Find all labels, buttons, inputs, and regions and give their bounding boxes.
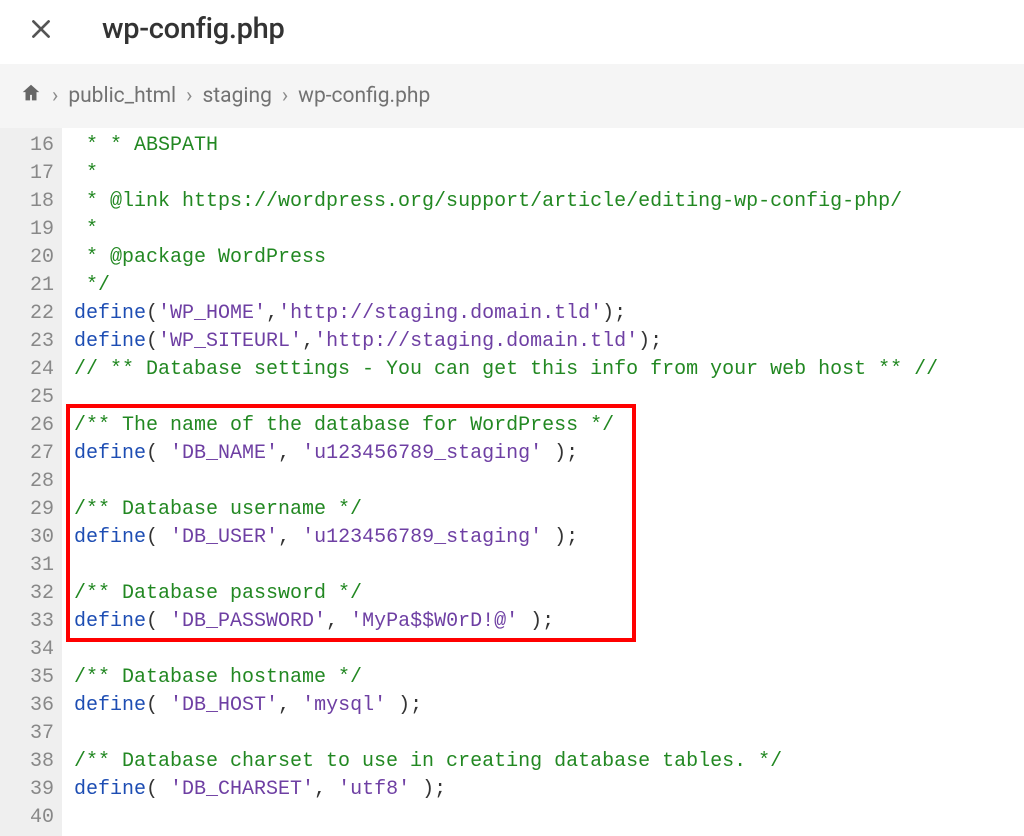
code-line[interactable]: * (74, 216, 1016, 244)
breadcrumb: › public_html › staging › wp-config.php (0, 64, 1024, 128)
editor-header: wp-config.php (0, 0, 1024, 64)
chevron-right-icon: › (186, 84, 192, 108)
code-line[interactable]: define('WP_HOME','http://staging.domain.… (74, 300, 1016, 328)
line-number: 23 (10, 328, 54, 356)
line-number: 22 (10, 300, 54, 328)
code-line[interactable]: define( 'DB_NAME', 'u123456789_staging' … (74, 440, 1016, 468)
line-number: 18 (10, 188, 54, 216)
line-number: 26 (10, 412, 54, 440)
line-number: 40 (10, 804, 54, 832)
line-number: 39 (10, 776, 54, 804)
close-button[interactable] (28, 16, 54, 42)
code-line[interactable] (74, 552, 1016, 580)
line-number: 38 (10, 748, 54, 776)
code-line[interactable]: /** The name of the database for WordPre… (74, 412, 1016, 440)
code-line[interactable] (74, 468, 1016, 496)
line-number: 17 (10, 160, 54, 188)
chevron-right-icon: › (282, 84, 288, 108)
code-line[interactable]: define( 'DB_HOST', 'mysql' ); (74, 692, 1016, 720)
code-line[interactable] (74, 636, 1016, 664)
line-number: 29 (10, 496, 54, 524)
code-line[interactable]: */ (74, 272, 1016, 300)
line-number: 16 (10, 132, 54, 160)
home-icon[interactable] (20, 82, 42, 110)
line-number: 28 (10, 468, 54, 496)
line-number: 32 (10, 580, 54, 608)
breadcrumb-item[interactable]: public_html (68, 84, 176, 108)
code-line[interactable]: * @package WordPress (74, 244, 1016, 272)
line-number: 31 (10, 552, 54, 580)
code-line[interactable]: * (74, 160, 1016, 188)
line-number: 20 (10, 244, 54, 272)
code-line[interactable]: define( 'DB_CHARSET', 'utf8' ); (74, 776, 1016, 804)
line-number: 21 (10, 272, 54, 300)
breadcrumb-item[interactable]: staging (202, 84, 271, 108)
line-gutter: 1617181920212223242526272829303132333435… (0, 128, 62, 836)
line-number: 34 (10, 636, 54, 664)
code-line[interactable]: /** Database charset to use in creating … (74, 748, 1016, 776)
chevron-right-icon: › (52, 84, 58, 108)
code-line[interactable]: define( 'DB_PASSWORD', 'MyPa$$W0rD!@' ); (74, 608, 1016, 636)
line-number: 35 (10, 664, 54, 692)
code-line[interactable]: /** Database hostname */ (74, 664, 1016, 692)
code-line[interactable] (74, 804, 1016, 832)
code-line[interactable]: define('WP_SITEURL','http://staging.doma… (74, 328, 1016, 356)
line-number: 36 (10, 692, 54, 720)
line-number: 27 (10, 440, 54, 468)
line-number: 30 (10, 524, 54, 552)
line-number: 19 (10, 216, 54, 244)
code-area[interactable]: * * ABSPATH * * @link https://wordpress.… (62, 128, 1024, 836)
breadcrumb-item[interactable]: wp-config.php (298, 84, 430, 108)
code-line[interactable]: * * ABSPATH (74, 132, 1016, 160)
code-line[interactable]: * @link https://wordpress.org/support/ar… (74, 188, 1016, 216)
line-number: 25 (10, 384, 54, 412)
close-icon (28, 16, 54, 42)
code-line[interactable] (74, 384, 1016, 412)
line-number: 24 (10, 356, 54, 384)
code-line[interactable]: // ** Database settings - You can get th… (74, 356, 1016, 384)
code-line[interactable]: define( 'DB_USER', 'u123456789_staging' … (74, 524, 1016, 552)
line-number: 33 (10, 608, 54, 636)
code-editor[interactable]: 1617181920212223242526272829303132333435… (0, 128, 1024, 836)
code-line[interactable] (74, 720, 1016, 748)
code-line[interactable]: /** Database username */ (74, 496, 1016, 524)
line-number: 37 (10, 720, 54, 748)
file-title: wp-config.php (102, 12, 284, 46)
code-line[interactable]: /** Database password */ (74, 580, 1016, 608)
